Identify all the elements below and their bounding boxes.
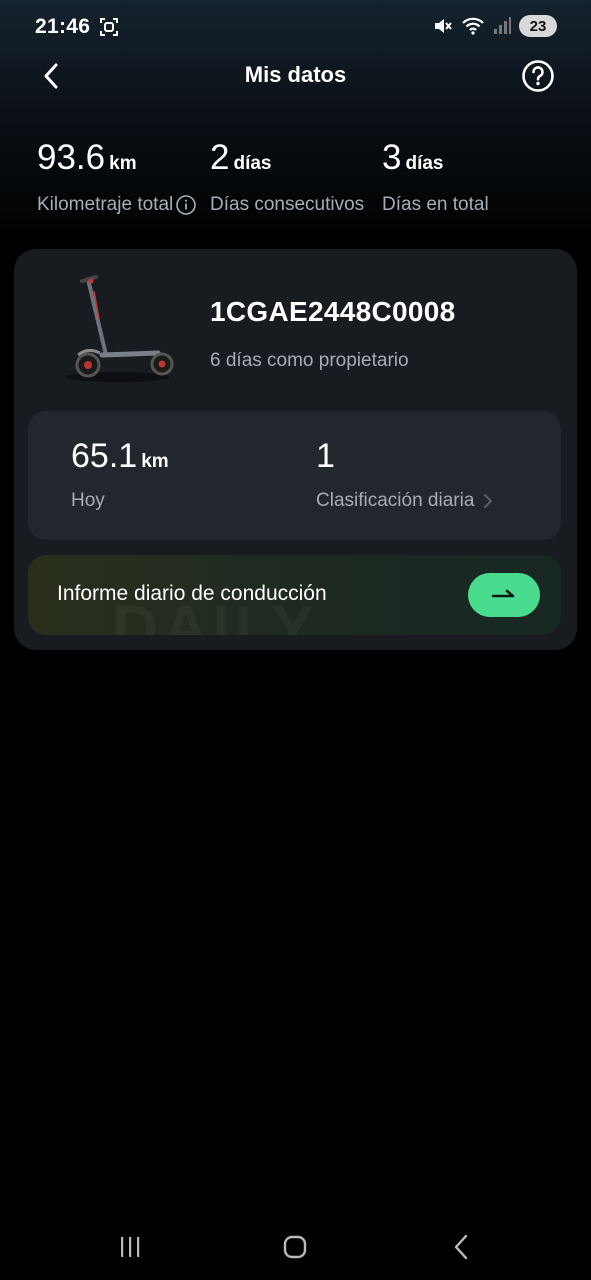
- home-button[interactable]: [275, 1232, 315, 1262]
- stat-label: Días en total: [382, 194, 489, 215]
- stat-unit: días: [233, 153, 272, 174]
- stat-value: 2: [210, 138, 230, 177]
- system-nav-bar: [0, 1212, 591, 1280]
- daily-rank-value: 1: [316, 437, 335, 475]
- status-icons: 23: [433, 15, 557, 37]
- home-icon: [283, 1235, 307, 1259]
- status-time: 21:46: [35, 15, 91, 38]
- stat-unit: días: [405, 153, 444, 174]
- today-label: Hoy: [71, 490, 105, 511]
- screenshot-icon: [100, 18, 118, 36]
- back-icon: [454, 1234, 468, 1260]
- status-bar: 21:46 23: [0, 0, 591, 56]
- wifi-icon: [462, 17, 484, 35]
- stat-total-km: 93.6 km Kilometraje total: [37, 138, 197, 215]
- today-unit: km: [141, 451, 169, 472]
- recents-button[interactable]: [110, 1232, 150, 1262]
- vehicle-serial: 1CGAE2448C0008: [210, 296, 456, 327]
- today-distance: 65.1 km: [71, 437, 169, 476]
- signal-icon: [494, 17, 511, 34]
- daily-ranking-link[interactable]: Clasificación diaria: [316, 490, 494, 512]
- stat-value: 3: [382, 138, 402, 177]
- daily-report-label: Informe diario de conducción: [57, 582, 327, 605]
- battery-indicator: 23: [519, 15, 557, 37]
- daily-report-card[interactable]: DAILY Informe diario de conducción: [28, 555, 561, 635]
- stat-value: 93.6: [37, 138, 106, 177]
- page-title: Mis datos: [244, 62, 347, 87]
- mute-icon: [435, 19, 452, 33]
- stat-consecutive-days: 2 días Días consecutivos: [210, 138, 364, 215]
- info-icon[interactable]: [175, 194, 197, 216]
- nav-back-button[interactable]: [441, 1232, 481, 1262]
- today-card: 65.1 km Hoy 1 Clasificación diaria: [28, 411, 561, 540]
- daily-ranking-label: Clasificación diaria: [316, 490, 475, 511]
- stat-unit: km: [109, 153, 137, 174]
- stat-total-days: 3 días Días en total: [382, 138, 489, 215]
- vehicle-card: 1CGAE2448C0008 6 días como propietario 6…: [14, 249, 577, 650]
- stat-label-text: Kilometraje total: [37, 194, 174, 215]
- chevron-right-icon: [484, 494, 493, 508]
- stat-label: Días consecutivos: [210, 194, 365, 215]
- stat-label: Kilometraje total: [37, 194, 197, 216]
- arrow-right-icon: [491, 589, 515, 598]
- scooter-image: [66, 275, 174, 382]
- today-value: 65.1: [71, 437, 138, 475]
- question-circle-icon[interactable]: [521, 59, 555, 93]
- ownership-text: 6 días como propietario: [210, 350, 409, 371]
- recents-icon: [121, 1237, 140, 1257]
- daily-report-button[interactable]: [468, 573, 540, 617]
